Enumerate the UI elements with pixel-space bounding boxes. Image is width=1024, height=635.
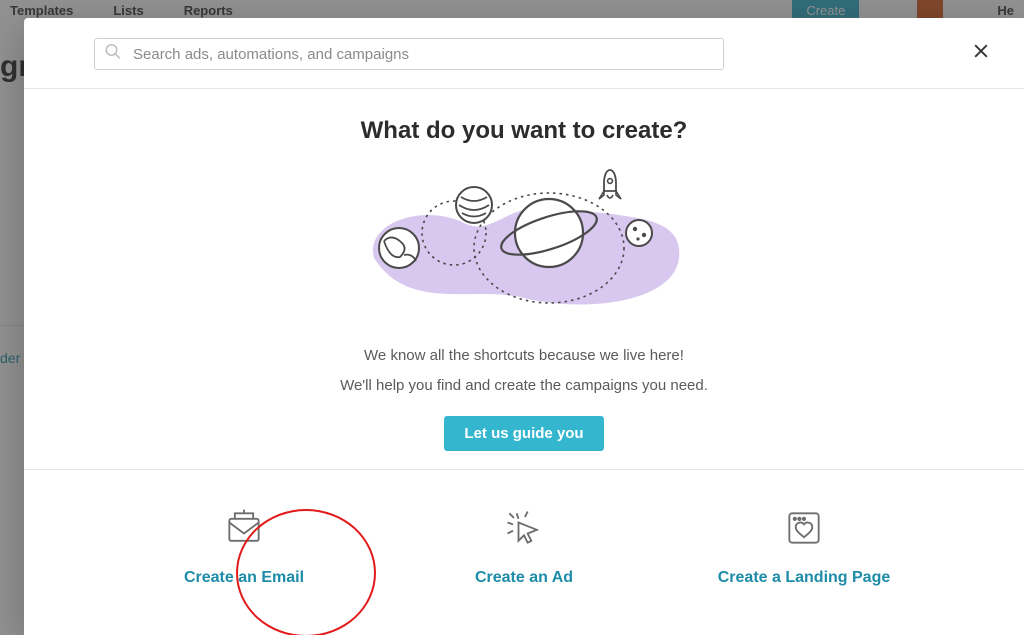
create-landing-page-action[interactable]: Create a Landing Page (704, 506, 904, 587)
create-email-label: Create an Email (184, 569, 304, 587)
search-wrap (94, 38, 724, 70)
guide-button[interactable]: Let us guide you (444, 416, 603, 451)
modal-top-bar (24, 18, 1024, 89)
create-landing-page-label: Create a Landing Page (718, 569, 891, 587)
create-email-action[interactable]: Create an Email (144, 506, 344, 587)
search-icon (104, 43, 122, 66)
landing-page-icon (782, 506, 826, 555)
email-icon (222, 506, 266, 555)
space-illustration (354, 163, 694, 323)
cursor-click-icon (502, 506, 546, 555)
close-icon (971, 41, 991, 67)
modal-title: What do you want to create? (54, 117, 994, 145)
earth-icon (379, 228, 419, 268)
create-ad-action[interactable]: Create an Ad (424, 506, 624, 587)
close-button[interactable] (966, 39, 996, 69)
rocket-icon (599, 170, 621, 199)
desc-line-1: We know all the shortcuts because we liv… (54, 344, 994, 368)
moon-icon (626, 220, 652, 246)
striped-planet-icon (456, 187, 492, 223)
desc-line-2: We'll help you find and create the campa… (54, 374, 994, 398)
modal-actions-row: Create an Email Create an Ad (24, 470, 1024, 635)
modal-body: What do you want to create? (24, 89, 1024, 470)
create-ad-label: Create an Ad (475, 569, 573, 587)
search-input[interactable] (94, 38, 724, 70)
create-modal: What do you want to create? (24, 18, 1024, 635)
